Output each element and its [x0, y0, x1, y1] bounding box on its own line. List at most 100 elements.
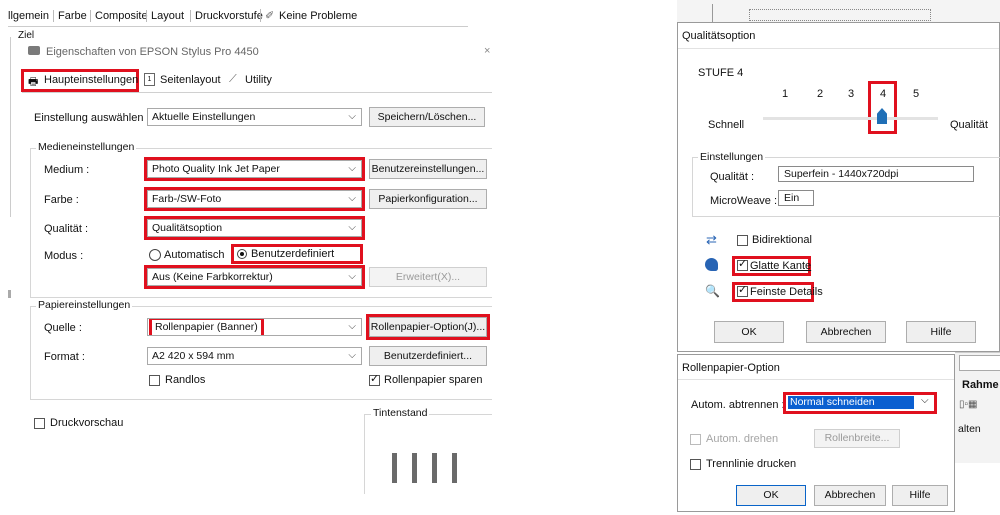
preview-label: Druckvorschau: [50, 417, 124, 429]
alten-label: alten: [958, 423, 981, 435]
mode-custom-radio[interactable]: Benutzerdefiniert: [231, 244, 363, 264]
mode-auto-label: Automatisch: [164, 249, 225, 261]
borderless-label: Randlos: [165, 374, 206, 386]
chevron-down-icon: ⌵: [348, 271, 356, 282]
close-icon[interactable]: ×: [484, 45, 490, 57]
tick-4: 4: [880, 88, 887, 100]
ink-level-title: Tintenstand: [371, 407, 430, 419]
advanced-button[interactable]: Erweitert(X)...: [369, 267, 487, 287]
color-label: Farbe :: [44, 194, 79, 206]
chevron-down-icon: ⌵: [348, 321, 356, 332]
resolution-value: Superfein - 1440x720dpi: [784, 168, 899, 180]
save-roll-label: Rollenpapier sparen: [384, 374, 483, 386]
checkbox-box: [34, 418, 45, 429]
finest-detail-icon: 🔍: [705, 284, 720, 298]
resolution-field: Superfein - 1440x720dpi: [778, 166, 974, 182]
quality-help-button[interactable]: Hilfe: [906, 321, 976, 343]
format-select-value: A2 420 x 594 mm: [152, 350, 235, 362]
ink-level-group: [364, 414, 492, 494]
custom-format-button[interactable]: Benutzerdefiniert...: [369, 346, 487, 366]
mode-select-value: Aus (Keine Farbkorrektur): [152, 271, 273, 283]
bidirectional-label: Bidirektional: [752, 234, 812, 246]
user-settings-button[interactable]: Benutzereinstellungen...: [369, 159, 487, 179]
top-tab-strip: llgemein Farbe Composite Layout Druckvor…: [8, 9, 468, 27]
dialog-title-bar: Eigenschaften von EPSON Stylus Pro 4450 …: [22, 43, 492, 63]
roll-ok-button[interactable]: OK: [736, 485, 806, 506]
ziel-left-border: [10, 37, 11, 217]
auto-cut-select[interactable]: Normal schneiden ⌵: [783, 392, 937, 414]
microweave-value: Ein: [784, 192, 800, 204]
roll-cancel-button[interactable]: Abbrechen: [814, 485, 886, 506]
quality-dialog-title: Qualitätsoption: [682, 30, 756, 42]
bidirectional-icon: ⇄: [706, 232, 717, 247]
finest-detail-label: Feinste Details: [750, 286, 823, 298]
checkbox-box: [690, 434, 701, 445]
quality-label-right: Qualität: [950, 119, 988, 131]
medium-select-value: Photo Quality Ink Jet Paper: [152, 163, 280, 175]
fast-label: Schnell: [708, 119, 745, 131]
quality-level-label: STUFE 4: [698, 67, 744, 79]
quality-ok-button[interactable]: OK: [714, 321, 784, 343]
roll-paper-dialog: Rollenpapier-Option Autom. abtrennen : N…: [677, 354, 955, 512]
background-window-strip: [677, 0, 1000, 23]
print-line-label: Trennlinie drucken: [706, 458, 797, 470]
microweave-label: MicroWeave :: [710, 195, 778, 207]
media-settings-title: Medieneinstellungen: [36, 141, 137, 153]
frame-icon: ▯▫▦: [959, 399, 978, 410]
roll-width-button[interactable]: Rollenbreite...: [814, 429, 900, 448]
quality-cancel-button[interactable]: Abbrechen: [806, 321, 886, 343]
tab-composite[interactable]: Composite: [90, 10, 148, 22]
printer-icon: [28, 46, 40, 55]
checkbox-box-checked: [737, 257, 748, 271]
tick-2: 2: [817, 88, 824, 100]
color-select[interactable]: Farb-/SW-Foto ⌵: [144, 187, 365, 211]
tab-farbe[interactable]: Farbe: [53, 10, 87, 22]
ink-bar: [432, 453, 437, 483]
source-select[interactable]: Rollenpapier (Banner) ⌵: [147, 318, 362, 336]
ink-bar: [452, 453, 457, 483]
mode-select[interactable]: Aus (Keine Farbkorrektur) ⌵: [144, 265, 365, 289]
checkbox-box-checked: [737, 283, 748, 297]
tab-druckvorstufe[interactable]: Druckvorstufe: [190, 10, 263, 22]
chevron-down-icon: ⌵: [348, 163, 356, 174]
tab-utility-label: Utility: [245, 74, 272, 86]
checkbox-box: [690, 459, 701, 470]
paper-config-button[interactable]: Papierkonfiguration...: [369, 189, 487, 209]
roll-help-button[interactable]: Hilfe: [892, 485, 948, 506]
quality-select[interactable]: Qualitätsoption ⌵: [144, 216, 365, 240]
setting-select-value: Aktuelle Einstellungen: [152, 111, 256, 123]
format-label: Format :: [44, 351, 85, 363]
quality-option-dialog: Qualitätsoption STUFE 4 1 2 3 4 5 Schnel…: [677, 22, 1000, 352]
smooth-edge-checkbox[interactable]: Glatte Kante: [732, 256, 811, 276]
medium-select[interactable]: Photo Quality Ink Jet Paper ⌵: [144, 157, 365, 181]
ziel-label: Ziel: [18, 30, 35, 41]
chevron-down-icon: ⌵: [348, 350, 356, 361]
tab-allgemein[interactable]: llgemein: [8, 10, 49, 22]
paper-settings-title: Papiereinstellungen: [36, 299, 133, 311]
quality-select-value: Qualitätsoption: [152, 222, 223, 234]
roll-option-button[interactable]: Rollenpapier-Option(J)...: [366, 314, 490, 340]
color-select-value: Farb-/SW-Foto: [152, 193, 222, 205]
quality-slider-track[interactable]: [763, 117, 938, 120]
setting-select[interactable]: Aktuelle Einstellungen ⌵: [147, 108, 362, 126]
ink-bar: [412, 453, 417, 483]
dotted-field: [749, 9, 931, 21]
tick-5: 5: [913, 88, 920, 100]
chevron-down-icon: ⌵: [348, 193, 356, 204]
tab-layout[interactable]: Layout: [146, 10, 184, 22]
tab-haupteinstellungen-label: Haupteinstellungen: [44, 74, 139, 86]
save-delete-button[interactable]: Speichern/Löschen...: [369, 107, 485, 127]
page-layout-icon: 1: [144, 73, 155, 86]
tab-keine-probleme[interactable]: Keine Probleme: [279, 10, 357, 22]
tick-3: 3: [848, 88, 855, 100]
tab-haupteinstellungen[interactable]: 🖶 Haupteinstellungen: [21, 69, 139, 92]
auto-cut-label: Autom. abtrennen :: [691, 399, 785, 411]
mode-label: Modus :: [44, 250, 84, 262]
finest-detail-checkbox[interactable]: Feinste Details: [732, 282, 823, 302]
format-select[interactable]: A2 420 x 594 mm ⌵: [147, 347, 362, 365]
checkbox-box: [737, 235, 748, 246]
settings-group-title: Einstellungen: [698, 151, 766, 163]
dialog-title: Eigenschaften von EPSON Stylus Pro 4450: [46, 46, 259, 58]
printer-properties-dialog: Eigenschaften von EPSON Stylus Pro 4450 …: [21, 43, 492, 494]
tick-1: 1: [782, 88, 789, 100]
